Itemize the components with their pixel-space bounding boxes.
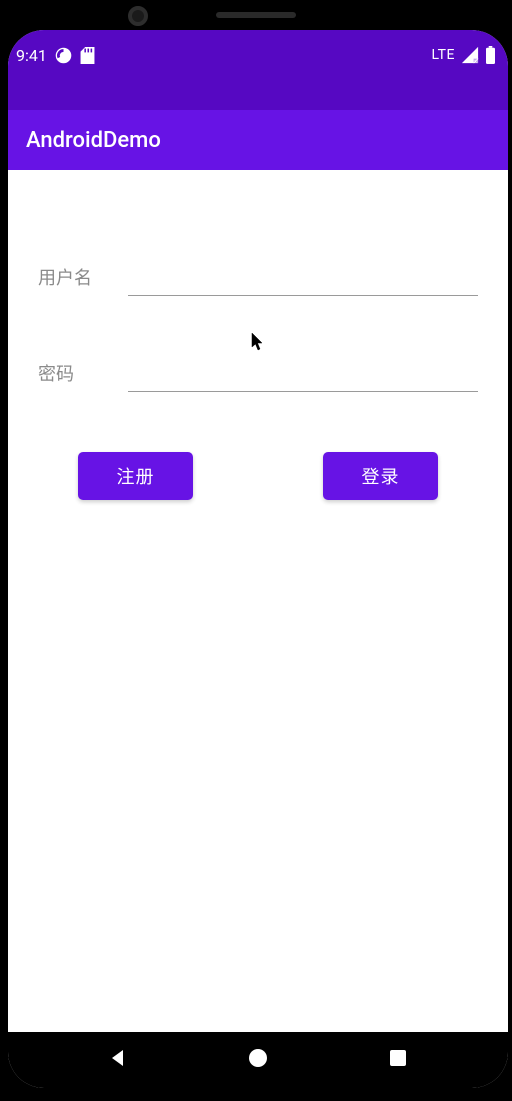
- status-bar: 9:41 LTE x: [8, 30, 508, 80]
- screen: 9:41 LTE x AndroidDemo: [8, 30, 508, 1088]
- signal-icon: x: [461, 46, 479, 64]
- nav-recent-button[interactable]: [368, 1032, 428, 1088]
- home-circle-icon: [247, 1047, 269, 1073]
- login-form: 用户名 密码 注册 登录: [38, 260, 478, 500]
- status-left: 9:41: [16, 46, 95, 65]
- password-input[interactable]: [128, 356, 478, 392]
- app-bar: AndroidDemo: [8, 110, 508, 170]
- back-triangle-icon: [108, 1048, 128, 1072]
- app-content: 用户名 密码 注册 登录: [8, 170, 508, 1032]
- nav-back-button[interactable]: [88, 1032, 148, 1088]
- login-button[interactable]: 登录: [323, 452, 438, 500]
- password-row: 密码: [38, 356, 478, 392]
- username-row: 用户名: [38, 260, 478, 296]
- username-label: 用户名: [38, 264, 128, 296]
- device-camera: [128, 6, 148, 26]
- password-label: 密码: [38, 360, 128, 392]
- navigation-bar: [8, 1032, 508, 1088]
- device-frame: 9:41 LTE x AndroidDemo: [0, 30, 512, 1088]
- username-input[interactable]: [128, 260, 478, 296]
- status-gap: [8, 80, 508, 110]
- device-speaker: [216, 12, 296, 18]
- status-right: LTE x: [432, 46, 496, 64]
- button-row: 注册 登录: [38, 452, 478, 500]
- battery-icon: [485, 46, 496, 64]
- sd-card-icon: [80, 47, 95, 64]
- nav-home-button[interactable]: [228, 1032, 288, 1088]
- app-title: AndroidDemo: [26, 128, 161, 153]
- data-saver-icon: [55, 47, 72, 64]
- svg-text:x: x: [474, 59, 477, 64]
- recent-square-icon: [388, 1048, 408, 1072]
- status-clock: 9:41: [16, 46, 47, 65]
- network-type-label: LTE: [432, 47, 455, 63]
- register-button[interactable]: 注册: [78, 452, 193, 500]
